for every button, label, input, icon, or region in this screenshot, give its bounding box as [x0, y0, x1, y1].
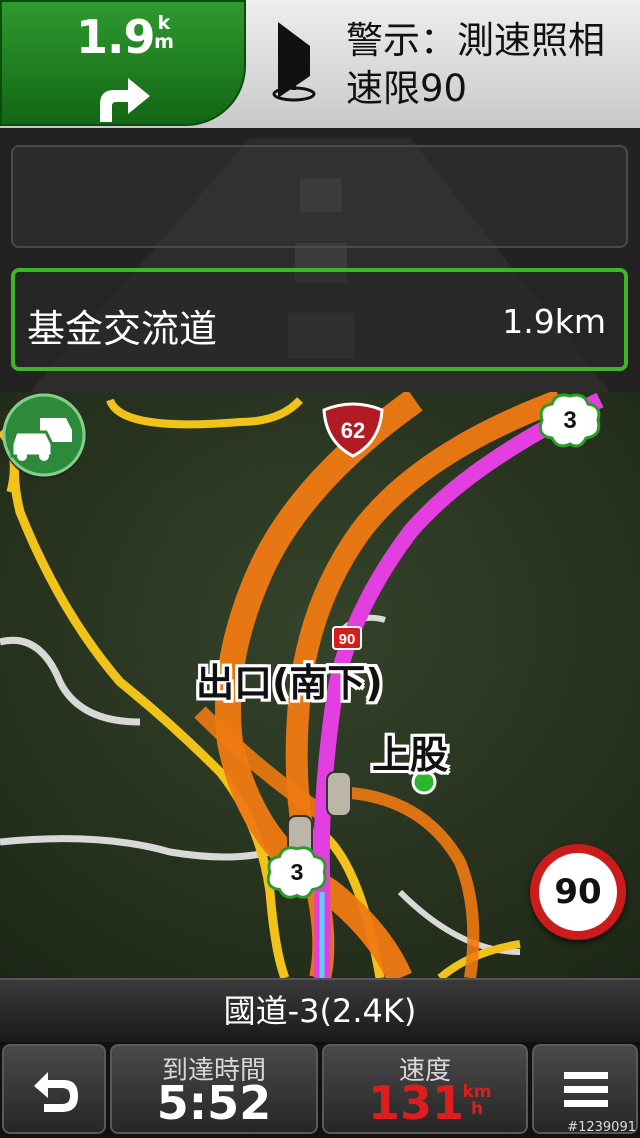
- speed-camera-icon: [272, 22, 316, 102]
- alert-title: 警示：測速照相: [346, 19, 605, 62]
- traffic-button[interactable]: [0, 392, 88, 480]
- maneuver-distance: 1.9: [76, 10, 155, 64]
- speed-field[interactable]: 速度 131 km h: [322, 1044, 528, 1134]
- map-view[interactable]: 62 3 3 90 出口(南下) 上股 90: [0, 392, 640, 978]
- back-arrow-icon: [34, 1072, 78, 1112]
- maneuver-distance-unit: k m: [152, 14, 176, 52]
- bottom-toolbar: 到達時間 5:52 速度 131 km h: [0, 1042, 640, 1138]
- speed-limit-sign: 90: [530, 844, 626, 940]
- arrival-time-field[interactable]: 到達時間 5:52: [110, 1044, 318, 1134]
- svg-text:3: 3: [563, 407, 576, 434]
- exit-name: 基金交流道: [27, 307, 218, 351]
- lane-info-box: [11, 145, 628, 248]
- svg-text:62: 62: [341, 418, 365, 443]
- speed-unit: km h: [462, 1084, 492, 1118]
- exit-distance: 1.9km: [502, 302, 606, 341]
- route-shield-3: 3: [266, 846, 327, 899]
- back-button[interactable]: [2, 1044, 106, 1134]
- current-road-name: 國道-3(2.4K): [223, 992, 417, 1030]
- next-exit-box[interactable]: 基金交流道 1.9km: [11, 268, 628, 371]
- speed-value: 131: [368, 1076, 465, 1130]
- current-road-bar: 國道-3(2.4K): [0, 978, 640, 1042]
- route-shield-90: 90: [332, 626, 362, 650]
- junction-view-panel: 基金交流道 1.9km: [0, 128, 640, 392]
- map-label-town: 上股: [372, 733, 449, 777]
- turn-right-arrow-icon: [100, 78, 150, 122]
- next-maneuver-panel[interactable]: 1.9 k m: [0, 0, 246, 126]
- speed-limit-value: 90: [554, 872, 602, 912]
- navigation-screen: 1.9 k m 警示：測速照相 速限90 基金交流道 1.9km 62 3 3 …: [0, 0, 640, 1138]
- svg-text:90: 90: [339, 631, 356, 648]
- top-banner: 1.9 k m 警示：測速照相 速限90: [0, 0, 640, 128]
- svg-text:3: 3: [291, 859, 304, 885]
- route-shield-62: 62: [322, 402, 384, 458]
- speed-unit-bottom: h: [470, 1099, 484, 1119]
- alert-speed-limit: 速限90: [346, 67, 468, 110]
- map-label-exit: 出口(南下): [196, 661, 383, 705]
- watermark: #1239091: [567, 1120, 636, 1135]
- maneuver-unit-bottom: m: [154, 31, 174, 53]
- route-shield-3-top: 3: [538, 393, 601, 448]
- arrival-time-value: 5:52: [156, 1076, 272, 1130]
